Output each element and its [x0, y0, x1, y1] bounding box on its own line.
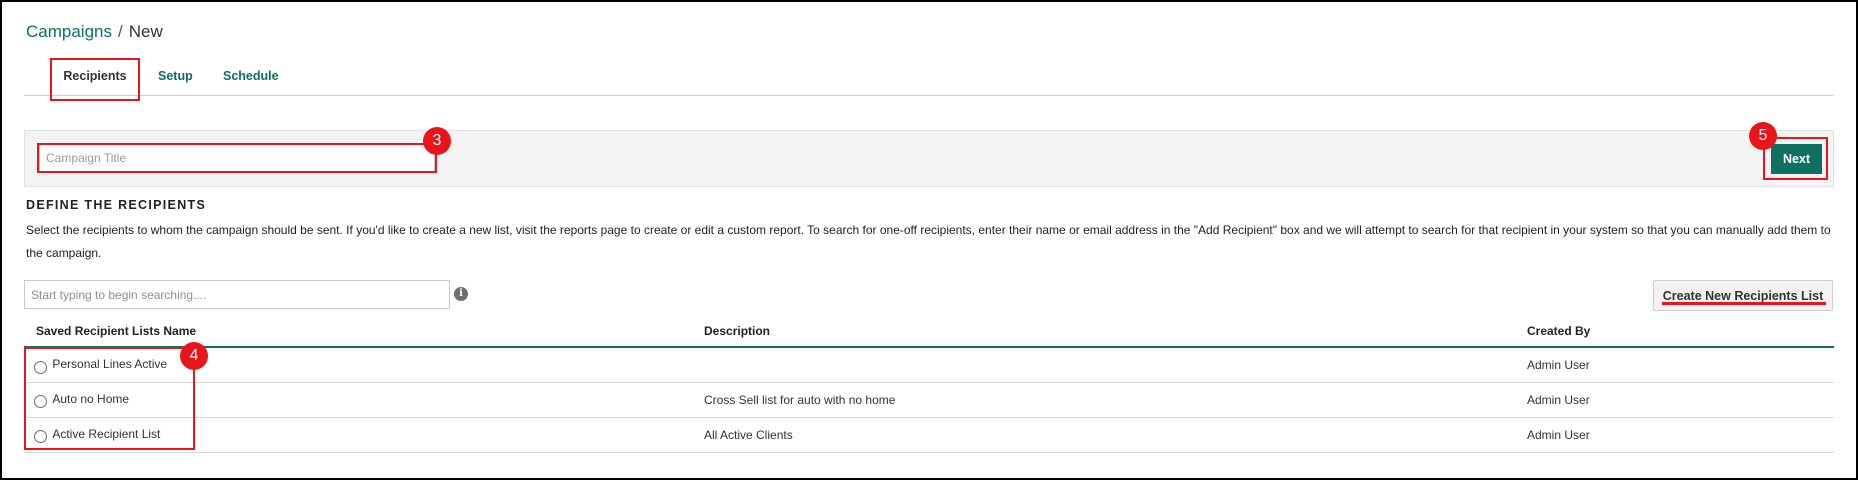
tab-schedule[interactable]: Schedule [223, 56, 279, 96]
annotation-underline-create-list [1662, 302, 1826, 305]
breadcrumb-campaigns-link[interactable]: Campaigns [26, 22, 112, 41]
breadcrumb-current: New [128, 22, 163, 41]
info-icon[interactable]: i [454, 287, 468, 301]
column-header-created-by: Created By [1515, 315, 1834, 348]
list-radio-button[interactable] [34, 430, 47, 444]
recipient-search-input[interactable] [24, 280, 450, 309]
list-created-by: Admin User [1515, 417, 1834, 453]
list-description: Cross Sell list for auto with no home [692, 382, 1515, 418]
list-name: Personal Lines Active [52, 357, 168, 372]
tab-recipients[interactable]: Recipients [50, 56, 140, 96]
campaign-title-input[interactable] [39, 144, 435, 172]
table-header-row: Saved Recipient Lists Name Description C… [24, 315, 1834, 348]
breadcrumb: Campaigns / New [26, 22, 163, 42]
list-created-by: Admin User [1515, 382, 1834, 418]
annotation-badge-5: 5 [1749, 122, 1777, 150]
tab-bar: Recipients Setup Schedule [24, 56, 1834, 96]
list-description: All Active Clients [692, 417, 1515, 453]
saved-recipient-lists-table: Saved Recipient Lists Name Description C… [24, 315, 1834, 453]
recipients-description: Select the recipients to whom the campai… [26, 223, 1831, 260]
column-header-description: Description [692, 315, 1515, 348]
list-name: Auto no Home [52, 391, 130, 406]
list-name: Active Recipient List [52, 426, 161, 441]
list-name-cell: Auto no Home [24, 382, 692, 418]
list-name-cell: Active Recipient List [24, 417, 692, 453]
breadcrumb-separator: / [118, 22, 123, 41]
create-new-recipients-list-button[interactable]: Create New Recipients List [1653, 280, 1833, 311]
annotation-badge-4: 4 [180, 342, 208, 370]
table-row: Auto no Home Cross Sell list for auto wi… [24, 382, 1834, 418]
list-created-by: Admin User [1515, 347, 1834, 383]
campaign-title-bar: Next [24, 130, 1834, 187]
list-radio-button[interactable] [34, 360, 47, 374]
tab-setup[interactable]: Setup [158, 56, 193, 96]
list-description [692, 347, 1515, 383]
table-row: Active Recipient List All Active Clients… [24, 417, 1834, 453]
list-radio-button[interactable] [34, 395, 47, 409]
column-header-name: Saved Recipient Lists Name [24, 315, 692, 348]
list-name-cell: Personal Lines Active [24, 347, 692, 383]
table-row: Personal Lines Active Admin User [24, 347, 1834, 383]
annotation-badge-3: 3 [423, 127, 451, 155]
recipients-heading: DEFINE THE RECIPIENTS [26, 198, 207, 212]
next-button[interactable]: Next [1771, 144, 1822, 174]
